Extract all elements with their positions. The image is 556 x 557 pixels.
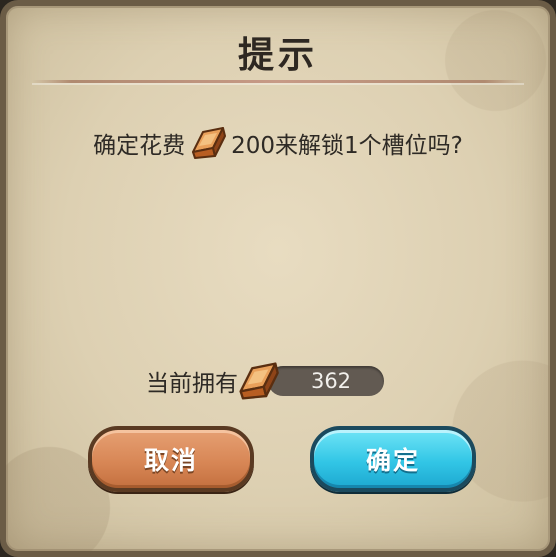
unlock-slot-dialog: 提示 确定花费 200来解锁1个槽位吗? 当前拥有 362 取消 确定 xyxy=(0,0,556,557)
gold-ingot-icon xyxy=(189,126,227,160)
owned-amount: 362 xyxy=(268,366,384,396)
gold-ingot-icon xyxy=(236,361,280,401)
title-divider xyxy=(32,80,524,83)
confirm-message: 确定花费 200来解锁1个槽位吗? xyxy=(6,126,550,160)
dialog-title: 提示 xyxy=(237,35,318,76)
cancel-button[interactable]: 取消 xyxy=(88,426,254,492)
message-suffix: 200来解锁1个槽位吗? xyxy=(231,133,463,159)
owned-label: 当前拥有 xyxy=(146,371,238,397)
confirm-button[interactable]: 确定 xyxy=(310,426,476,492)
message-prefix: 确定花费 xyxy=(93,133,186,159)
owned-currency-row: 当前拥有 362 xyxy=(146,362,384,400)
